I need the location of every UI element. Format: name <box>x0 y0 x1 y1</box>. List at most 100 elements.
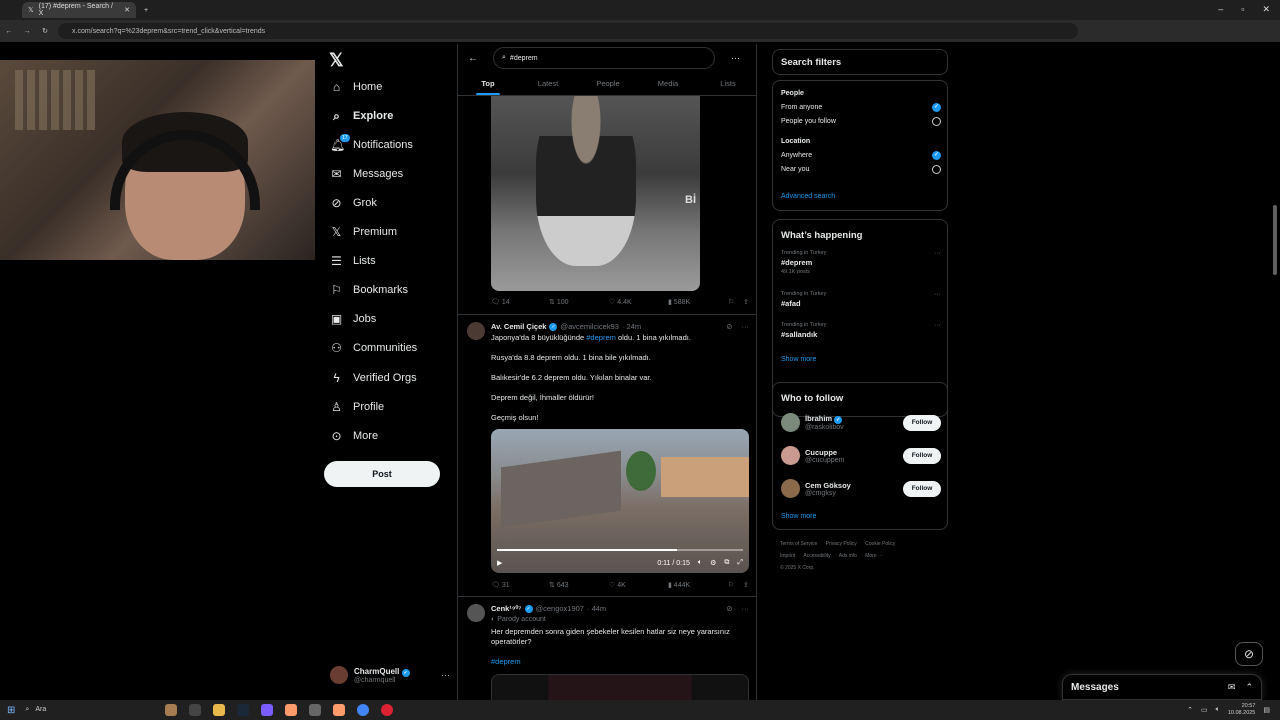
like-button[interactable]: ♡ 4K <box>609 581 668 589</box>
radio-selected-icon[interactable] <box>932 103 941 112</box>
more-dots-icon[interactable]: ··· <box>934 291 941 298</box>
hashtag-link[interactable]: #deprem <box>491 657 749 666</box>
follow-suggestion[interactable]: Cem Göksoy @cmgksy Follow <box>781 479 941 498</box>
author-name[interactable]: Cenk¹⁹⁰⁷ <box>491 604 522 613</box>
clock[interactable]: 20:57 10.08.2025 <box>1228 703 1256 717</box>
retweet-button[interactable]: ⇅ 643 <box>549 581 609 589</box>
more-dots-icon[interactable]: ··· <box>934 322 941 329</box>
search-input[interactable]: ⌕ #deprem <box>493 47 715 69</box>
nav-messages[interactable]: ✉ Messages <box>330 164 403 184</box>
app-icon[interactable] <box>285 704 298 716</box>
follow-suggestion[interactable]: İbrahim ✓ @raskolibov Follow <box>781 413 941 432</box>
retweet-button[interactable]: ⇅ 100 <box>549 298 609 306</box>
task-view-icon[interactable] <box>189 704 202 716</box>
windows-start-icon[interactable]: ⊞ <box>7 705 15 716</box>
new-message-icon[interactable]: ✉ <box>1228 682 1236 693</box>
post-button[interactable]: Post <box>324 461 440 487</box>
nav-jobs[interactable]: ▣ Jobs <box>330 309 376 329</box>
network-icon[interactable]: ▭ <box>1201 706 1208 714</box>
app-icon[interactable] <box>309 704 322 716</box>
follow-button[interactable]: Follow <box>903 414 941 431</box>
follow-button[interactable]: Follow <box>903 480 941 497</box>
share-icon[interactable]: ⇪ <box>743 298 749 306</box>
close-tab-icon[interactable]: ✕ <box>124 6 130 14</box>
video-player[interactable]: ▶ 0:11 / 0:15 🔈︎ ⚙ ⧉ ⤢ <box>491 429 749 573</box>
new-tab-icon[interactable]: + <box>144 7 148 14</box>
tweet[interactable]: Cenk¹⁹⁰⁷ ✓ @cengox1907 · 44m ⊘ ··· ◐ Par… <box>458 596 756 700</box>
filter-near-you[interactable]: Near you <box>781 165 941 174</box>
footer-link[interactable]: Imprint <box>780 553 795 559</box>
more-dots-icon[interactable]: ··· <box>731 53 740 63</box>
chrome-icon[interactable] <box>357 704 370 716</box>
avatar[interactable] <box>467 322 485 340</box>
tab-latest[interactable]: Latest <box>518 72 578 95</box>
page-scrollbar[interactable] <box>1273 205 1277 275</box>
pip-icon[interactable]: ⧉ <box>724 559 729 567</box>
trend-item[interactable]: Trending in Turkey #sallandık ··· <box>781 322 941 339</box>
filter-people-you-follow[interactable]: People you follow <box>781 117 941 126</box>
radio-icon[interactable] <box>932 165 941 174</box>
nav-premium[interactable]: 𝕏 Premium <box>330 222 397 242</box>
widget-icon[interactable] <box>165 704 178 716</box>
bookmark-icon[interactable]: ⚐ <box>728 581 743 589</box>
tab-people[interactable]: People <box>578 72 638 95</box>
grok-icon[interactable]: ⊘ <box>1235 642 1263 666</box>
nav-communities[interactable]: ⚇ Communities <box>330 338 417 358</box>
account-switcher[interactable]: CharmQuell ✓ @charmquell ··· <box>330 666 450 684</box>
forward-icon[interactable]: → <box>18 28 36 35</box>
back-icon[interactable]: ← <box>0 28 18 35</box>
trend-item[interactable]: Trending in Turkey #afad ··· <box>781 291 941 308</box>
reply-button[interactable]: 🗨︎ 14 <box>491 298 549 306</box>
footer-link[interactable]: Terms of Service <box>780 541 817 547</box>
like-button[interactable]: ♡ 4.4K <box>609 298 668 306</box>
nav-explore[interactable]: ⌕ Explore <box>330 106 393 126</box>
more-dots-icon[interactable]: ··· <box>934 250 941 257</box>
expand-icon[interactable]: ⌃ <box>1245 682 1253 693</box>
advanced-search-link[interactable]: Advanced search <box>781 193 835 200</box>
grok-icon[interactable]: ⊘ <box>726 604 732 613</box>
nav-grok[interactable]: ⊘ Grok <box>330 193 376 213</box>
more-dots-icon[interactable]: ··· <box>441 670 450 680</box>
steam-icon[interactable] <box>237 704 250 716</box>
author-name[interactable]: Av. Cemil Çiçek <box>491 322 546 331</box>
address-bar[interactable]: x.com/search?q=%23deprem&src=trend_click… <box>58 23 1078 39</box>
file-explorer-icon[interactable] <box>213 704 226 716</box>
nav-home[interactable]: ⌂ Home <box>330 77 382 97</box>
close-window-icon[interactable]: ✕ <box>1262 4 1270 15</box>
grok-icon[interactable]: ⊘ <box>726 322 732 331</box>
browser-tab[interactable]: 𝕏 (17) #deprem - Search / X ✕ <box>22 2 136 18</box>
nav-verified-orgs[interactable]: ϟ Verified Orgs <box>330 368 416 388</box>
footer-link[interactable]: Cookie Policy <box>865 541 895 547</box>
footer-link[interactable]: More ··· <box>865 553 883 559</box>
tab-top[interactable]: Top <box>458 72 518 95</box>
views-button[interactable]: ▮ 588K <box>668 298 728 306</box>
tweet-time[interactable]: · 44m <box>587 604 606 613</box>
notification-center-icon[interactable]: ▤ <box>1263 706 1270 714</box>
tab-media[interactable]: Media <box>638 72 698 95</box>
footer-link[interactable]: Accessibility <box>803 553 830 559</box>
fullscreen-icon[interactable]: ⤢ <box>737 559 743 567</box>
show-more-link[interactable]: Show more <box>781 356 816 363</box>
taskbar-search[interactable]: ⌕ Ara <box>25 706 125 714</box>
volume-icon[interactable]: 🔈︎ <box>698 559 702 567</box>
nav-profile[interactable]: ♙ Profile <box>330 397 384 417</box>
tweet-media[interactable] <box>491 674 749 700</box>
tweet[interactable]: Av. Cemil Çiçek ✓ @avcemilcicek93 · 24m … <box>458 314 756 596</box>
play-icon[interactable]: ▶ <box>497 559 502 567</box>
nav-bookmarks[interactable]: ⚐ Bookmarks <box>330 280 408 300</box>
bookmark-icon[interactable]: ⚐ <box>728 298 743 306</box>
nav-notifications[interactable]: 🔔︎ 17 Notifications <box>330 134 413 155</box>
tab-lists[interactable]: Lists <box>698 72 756 95</box>
radio-selected-icon[interactable] <box>932 151 941 160</box>
volume-icon[interactable]: 🔈︎ <box>1216 706 1220 714</box>
app-icon[interactable] <box>333 704 346 716</box>
app-icon[interactable] <box>381 704 394 716</box>
footer-link[interactable]: Privacy Policy <box>826 541 857 547</box>
avatar[interactable] <box>467 604 485 622</box>
reload-icon[interactable]: ↻ <box>36 27 54 35</box>
x-logo-icon[interactable]: 𝕏 <box>329 50 344 71</box>
more-dots-icon[interactable]: ··· <box>742 604 750 613</box>
back-arrow-icon[interactable]: ← <box>468 53 478 64</box>
follow-suggestion[interactable]: Cucuppe @cucuppem Follow <box>781 446 941 465</box>
settings-icon[interactable]: ⚙ <box>710 559 716 567</box>
